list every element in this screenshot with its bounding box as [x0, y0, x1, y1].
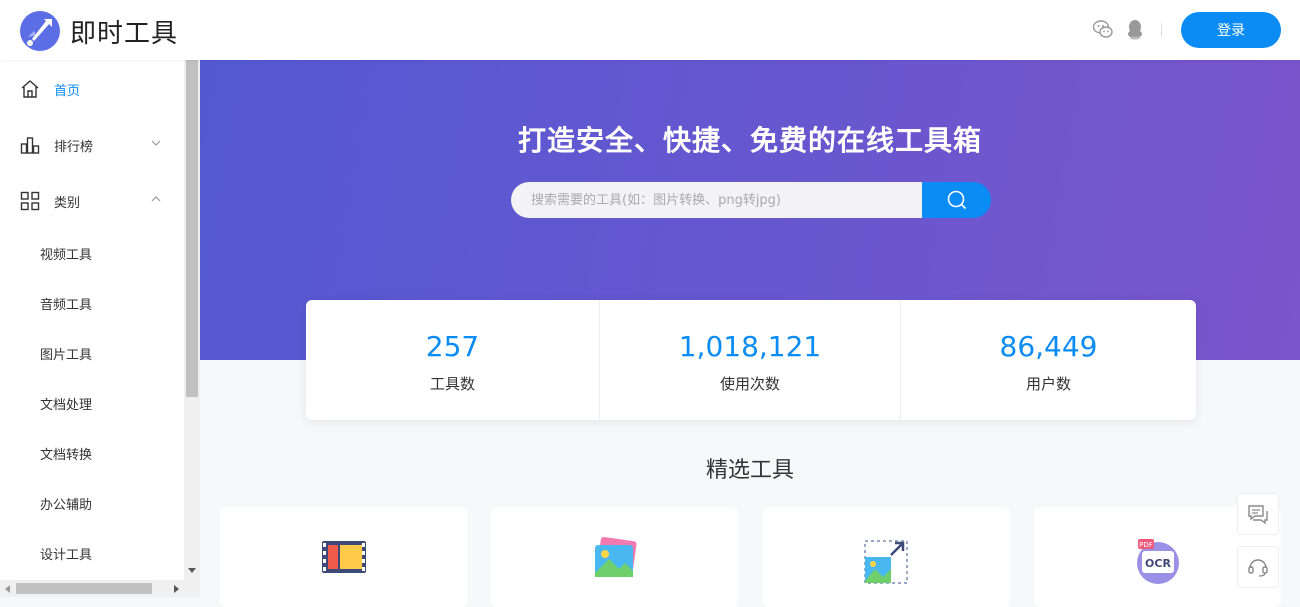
chevron-down-icon [151, 140, 161, 146]
sidebar-subitem-image[interactable]: 图片工具 [0, 333, 184, 373]
scroll-down-arrow-icon[interactable] [188, 566, 196, 574]
tool-card[interactable] [491, 507, 738, 607]
search-icon [947, 190, 967, 210]
pdf-ocr-icon: OCR PDF [1137, 539, 1179, 584]
qq-icon[interactable] [1124, 18, 1146, 40]
stats-panel: 257 工具数 1,018,121 使用次数 86,449 用户数 [306, 300, 1196, 420]
sidebar-subitem-video[interactable]: 视频工具 [0, 233, 184, 273]
video-film-icon [322, 541, 366, 573]
tool-card[interactable] [220, 507, 467, 607]
sidebar-subitem-label: 设计工具 [40, 548, 93, 563]
sidebar-subitem-label: 音频工具 [40, 298, 93, 313]
scroll-left-arrow-icon[interactable] [4, 585, 11, 593]
rocket-logo-icon[interactable] [18, 9, 62, 53]
image-icon [595, 537, 637, 577]
sidebar-subitem-doc-process[interactable]: 文档处理 [0, 383, 184, 423]
search-button[interactable] [922, 182, 991, 218]
stat-label: 使用次数 [719, 375, 780, 393]
image-resize-icon [864, 540, 908, 584]
feedback-icon [1248, 505, 1268, 525]
sidebar-subitem-label: 文档处理 [40, 398, 93, 413]
search-bar [511, 182, 991, 218]
scrollbar-thumb[interactable] [16, 583, 152, 594]
customer-service-button[interactable] [1237, 546, 1279, 588]
scroll-right-arrow-icon[interactable] [173, 585, 180, 593]
featured-section-title: 精选工具 [705, 458, 794, 483]
sidebar-subitem-label: 视频工具 [40, 248, 93, 263]
customer-service-icon [1248, 559, 1268, 577]
stat-usage-count: 1,018,121 使用次数 [600, 300, 900, 420]
sidebar-subitem-design[interactable]: 设计工具 [0, 533, 184, 573]
stat-tool-count: 257 工具数 [306, 300, 599, 420]
stat-label: 用户数 [1025, 375, 1071, 393]
sidebar-vertical-scrollbar[interactable] [184, 60, 200, 580]
sidebar-item-label: 排行榜 [54, 139, 94, 155]
sidebar-subitem-label: 文档转换 [40, 448, 93, 463]
search-input[interactable] [511, 182, 922, 218]
svg-text:PDF: PDF [1139, 541, 1153, 549]
login-button[interactable]: 登录 [1181, 12, 1281, 48]
tool-card[interactable] [763, 507, 1010, 607]
stat-value: 257 [425, 330, 480, 363]
sidebar-item-ranking[interactable]: 排行榜 [0, 123, 184, 167]
sidebar-subitem-doc-convert[interactable]: 文档转换 [0, 433, 184, 473]
header-divider [1161, 23, 1162, 37]
grid-icon [20, 191, 40, 211]
stat-user-count: 86,449 用户数 [901, 300, 1196, 420]
chevron-up-icon [151, 196, 161, 202]
sidebar-subitem-label: 图片工具 [40, 348, 93, 363]
hero-slogan: 打造安全、快捷、免费的在线工具箱 [517, 124, 982, 157]
scrollbar-thumb[interactable] [186, 60, 198, 397]
feedback-button[interactable] [1237, 493, 1279, 535]
top-header: 即时工具 登录 [0, 0, 1300, 60]
stat-value: 86,449 [999, 330, 1098, 363]
sidebar-subitem-audio[interactable]: 音频工具 [0, 283, 184, 323]
bar-chart-icon [20, 137, 40, 154]
sidebar-subitem-label: 办公辅助 [40, 498, 93, 513]
sidebar-item-label: 首页 [54, 83, 81, 99]
brand-name[interactable]: 即时工具 [70, 13, 178, 50]
sidebar-item-category[interactable]: 类别 [0, 179, 184, 223]
home-icon [21, 80, 39, 98]
sidebar-subitem-office[interactable]: 办公辅助 [0, 483, 184, 523]
sidebar-item-home[interactable]: 首页 [0, 67, 184, 111]
wechat-icon[interactable] [1092, 18, 1114, 40]
stat-value: 1,018,121 [678, 330, 822, 363]
svg-text:OCR: OCR [1145, 557, 1171, 570]
sidebar-horizontal-scrollbar[interactable] [0, 580, 200, 597]
sidebar: 首页 排行榜 类别 视频工具 音频工具 图片工具 文档处理 文档转换 办公辅助 … [0, 60, 184, 580]
stat-label: 工具数 [429, 375, 475, 393]
sidebar-item-label: 类别 [54, 195, 81, 211]
